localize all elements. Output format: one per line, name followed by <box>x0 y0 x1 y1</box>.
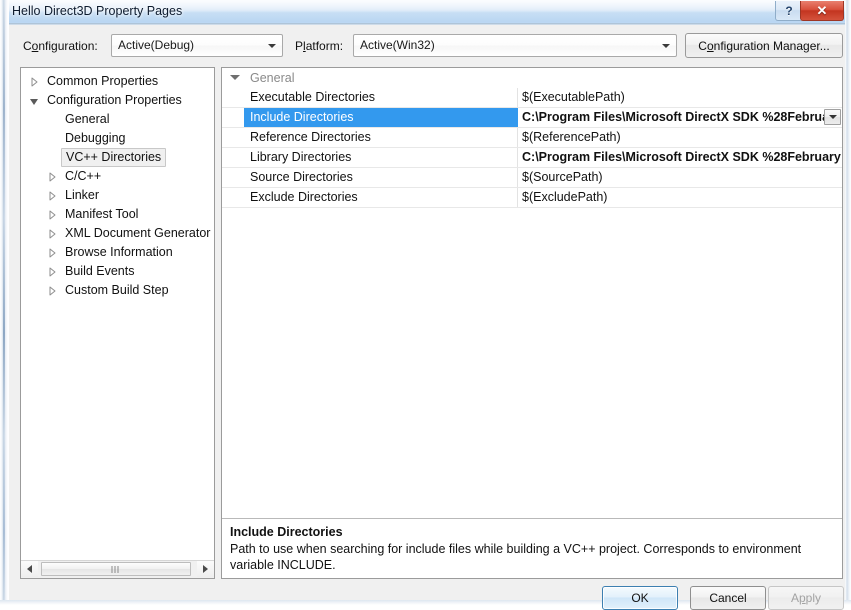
property-row[interactable]: Library Directories C:\Program Files\Micr… <box>222 148 842 168</box>
grid-category-label: General <box>250 71 295 85</box>
tree-item[interactable]: C/C++ <box>21 167 214 186</box>
title-bar[interactable]: Hello Direct3D Property Pages ? ✕ <box>0 0 851 25</box>
window-frame-left <box>0 0 9 605</box>
platform-label: Platform: <box>295 39 344 53</box>
tree-item-label: VC++ Directories <box>61 148 167 167</box>
tree-item-label: Debugging <box>65 131 126 145</box>
expander-collapsed-icon[interactable] <box>29 77 39 87</box>
cancel-button[interactable]: Cancel <box>690 586 766 610</box>
expander-collapsed-icon[interactable] <box>47 267 57 277</box>
tree-item[interactable]: VC++ Directories <box>21 148 214 167</box>
tree-item-label: Browse Information <box>65 245 173 259</box>
property-value[interactable]: $(SourcePath) <box>518 168 842 187</box>
property-grid[interactable]: General Executable Directories $(Executabl… <box>222 68 842 516</box>
chevron-down-icon <box>828 115 837 119</box>
tree-item[interactable]: Debugging <box>21 129 214 148</box>
configuration-value: Active(Debug) <box>118 38 195 52</box>
tree-item[interactable]: Common Properties <box>21 72 214 91</box>
property-row[interactable]: Executable Directories $(ExecutablePath) <box>222 88 842 108</box>
tree-item[interactable]: XML Document Generator <box>21 224 214 243</box>
tree-item[interactable]: Linker <box>21 186 214 205</box>
dialog-client-area: Configuration: Active(Debug) Platform: A… <box>9 25 845 610</box>
window-title: Hello Direct3D Property Pages <box>12 4 183 18</box>
ok-button-label: OK <box>631 591 649 605</box>
description-body: Path to use when searching for include f… <box>230 542 802 572</box>
property-name: Exclude Directories <box>250 190 358 204</box>
configuration-dropdown[interactable]: Active(Debug) <box>111 34 283 57</box>
tree-item-label: XML Document Generator <box>65 226 211 240</box>
tree-item-label: Configuration Properties <box>47 93 182 107</box>
property-pages-dialog: Hello Direct3D Property Pages ? ✕ Config… <box>0 0 851 610</box>
expander-collapsed-icon[interactable] <box>47 210 57 220</box>
properties-tree[interactable]: Common Properties Configuration Propertie… <box>21 68 214 552</box>
tree-item[interactable]: Build Events <box>21 262 214 281</box>
tree-item-label: Linker <box>65 188 100 202</box>
tree-item[interactable]: Configuration Properties <box>21 91 214 110</box>
question-mark-icon: ? <box>785 3 793 18</box>
property-name: Library Directories <box>250 150 352 164</box>
expander-collapsed-icon[interactable] <box>47 229 57 239</box>
close-button[interactable]: ✕ <box>800 1 844 21</box>
tree-item-label: Manifest Tool <box>65 207 139 221</box>
platform-value: Active(Win32) <box>360 38 435 52</box>
property-name: Reference Directories <box>250 130 371 144</box>
apply-button[interactable]: Ap ply <box>768 586 844 610</box>
chevron-down-icon <box>662 44 670 48</box>
tree-horizontal-scrollbar[interactable] <box>21 560 214 578</box>
property-row[interactable]: Source Directories $(SourcePath) <box>222 168 842 188</box>
property-value[interactable]: $(ExecutablePath) <box>518 88 842 107</box>
expander-collapsed-icon[interactable] <box>47 191 57 201</box>
help-button[interactable]: ? <box>775 1 803 21</box>
expander-expanded-icon[interactable] <box>29 96 39 106</box>
grid-category-header[interactable]: General <box>222 68 842 88</box>
property-value[interactable]: C:\Program Files\Microsoft DirectX SDK %… <box>518 148 842 167</box>
property-row[interactable]: Reference Directories $(ReferencePath) <box>222 128 842 148</box>
close-icon: ✕ <box>816 3 828 18</box>
expander-collapsed-icon[interactable] <box>47 172 57 182</box>
tree-item[interactable]: Browse Information <box>21 243 214 262</box>
property-name: Include Directories <box>250 110 354 124</box>
property-row[interactable]: Exclude Directories $(ExcludePath) <box>222 188 842 208</box>
configuration-toolbar: Configuration: Active(Debug) Platform: A… <box>9 32 845 62</box>
expander-collapsed-icon[interactable] <box>47 248 57 258</box>
scrollbar-thumb[interactable] <box>41 562 191 576</box>
description-title: Include Directories <box>230 525 343 539</box>
tree-item-label: C/C++ <box>65 169 102 183</box>
property-value[interactable]: C:\Program Files\Microsoft DirectX SDK %… <box>518 108 842 127</box>
tree-item-label: Common Properties <box>47 74 159 88</box>
configuration-manager-button[interactable]: Co nfiguration Manager... <box>685 33 843 58</box>
property-value[interactable]: $(ExcludePath) <box>518 188 842 207</box>
ok-button[interactable]: OK <box>602 586 678 610</box>
configuration-label: Configuration: <box>23 39 98 53</box>
scroll-right-arrow-icon[interactable] <box>197 561 214 577</box>
property-name: Source Directories <box>250 170 353 184</box>
cancel-button-label: Cancel <box>709 591 747 605</box>
tree-item[interactable]: General <box>21 110 214 129</box>
scrollbar-grip-icon <box>111 566 121 573</box>
property-name: Executable Directories <box>250 90 376 104</box>
window-frame-streak <box>3 0 5 605</box>
description-pane: Include Directories Path to use when sea… <box>222 519 842 578</box>
property-value[interactable]: $(ReferencePath) <box>518 128 842 147</box>
platform-dropdown[interactable]: Active(Win32) <box>353 34 677 57</box>
tree-item[interactable]: Manifest Tool <box>21 205 214 224</box>
expander-expanded-icon[interactable] <box>230 75 240 80</box>
property-value-dropdown-button[interactable] <box>824 109 841 125</box>
window-frame-right <box>845 0 851 605</box>
property-row[interactable]: Include Directories C:\Program Files\Micr… <box>222 108 842 128</box>
tree-item-label: Build Events <box>65 264 135 278</box>
tree-item-label: General <box>65 112 110 126</box>
tree-item[interactable]: Custom Build Step <box>21 281 214 300</box>
scroll-left-arrow-icon[interactable] <box>21 561 38 577</box>
properties-tree-panel: Common Properties Configuration Propertie… <box>20 67 215 579</box>
chevron-down-icon <box>268 44 276 48</box>
tree-item-label: Custom Build Step <box>65 283 169 297</box>
expander-collapsed-icon[interactable] <box>47 286 57 296</box>
property-grid-panel: General Executable Directories $(Executabl… <box>221 67 843 579</box>
